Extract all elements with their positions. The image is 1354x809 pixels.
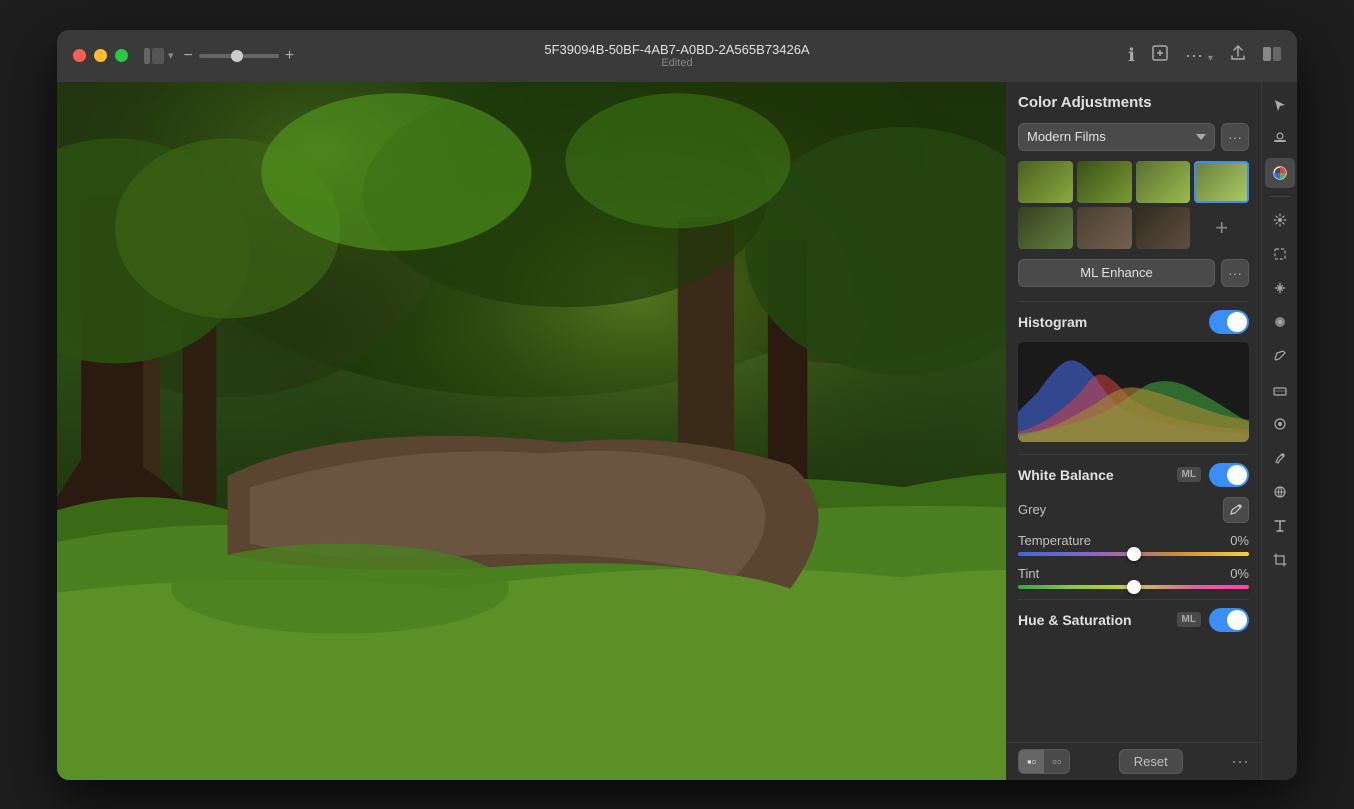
white-balance-label: White Balance [1018, 467, 1114, 483]
magic-wand-tool[interactable] [1265, 205, 1295, 235]
preset-thumb-7[interactable] [1136, 207, 1191, 249]
more-options-button[interactable]: ··· ▾ [1185, 45, 1213, 66]
hs-right: ML [1177, 608, 1249, 632]
split-view-icon[interactable] [1263, 45, 1281, 66]
hs-toggle-knob [1227, 610, 1247, 630]
preset-thumb-3[interactable] [1136, 161, 1191, 203]
photo-canvas [57, 82, 1006, 780]
titlebar: ▾ − + 5F39094B-50BF-4AB7-A0BD-2A565B7342… [57, 30, 1297, 82]
divider-1 [1018, 301, 1249, 302]
hs-ml-badge: ML [1177, 612, 1201, 627]
preset-thumb-6[interactable] [1077, 207, 1132, 249]
text-tool[interactable] [1265, 511, 1295, 541]
tint-value: 0% [1230, 566, 1249, 581]
view-toggle: ▪▫ ▫▫ [1018, 749, 1070, 774]
view-single-button[interactable]: ▪▫ [1019, 750, 1044, 773]
divider-3 [1018, 599, 1249, 600]
markup-tool[interactable] [1265, 124, 1295, 154]
preset-grid: + [1018, 161, 1249, 249]
titlebar-left: ▾ − + [144, 47, 294, 65]
tint-thumb [1127, 580, 1141, 594]
selection-tool[interactable] [1265, 239, 1295, 269]
ml-enhance-more-button[interactable]: ··· [1221, 259, 1249, 287]
histogram-section-row: Histogram [1018, 310, 1249, 334]
cursor-tool[interactable] [1265, 90, 1295, 120]
tint-slider-row: Tint 0% [1018, 566, 1249, 589]
preset-dropdown[interactable]: Modern Films [1018, 123, 1215, 151]
hue-saturation-label: Hue & Saturation [1018, 612, 1132, 628]
preset-thumb-5[interactable] [1018, 207, 1073, 249]
preset-thumb-4[interactable] [1194, 161, 1249, 203]
pencil-tool[interactable] [1265, 341, 1295, 371]
share-icon[interactable] [1229, 44, 1247, 67]
temperature-value: 0% [1230, 533, 1249, 548]
titlebar-right: ℹ ··· ▾ [1128, 44, 1281, 67]
temperature-slider-row: Temperature 0% [1018, 533, 1249, 556]
histogram-toggle[interactable] [1209, 310, 1249, 334]
histogram-label: Histogram [1018, 314, 1087, 330]
bottom-bar: ▪▫ ▫▫ Reset ··· [1006, 742, 1261, 780]
minimize-button[interactable] [94, 49, 107, 62]
preset-dropdown-row: Modern Films ··· [1018, 123, 1249, 151]
main-content: Color Adjustments Modern Films ··· [57, 82, 1297, 780]
preset-more-button[interactable]: ··· [1221, 123, 1249, 151]
color-picker-tool[interactable] [1265, 409, 1295, 439]
white-balance-toggle[interactable] [1209, 463, 1249, 487]
maximize-button[interactable] [115, 49, 128, 62]
color-wheel-tool[interactable] [1265, 158, 1295, 188]
hue-saturation-toggle[interactable] [1209, 608, 1249, 632]
grey-label: Grey [1018, 502, 1046, 517]
zoom-slider[interactable] [199, 54, 279, 58]
grey-row: Grey [1018, 497, 1249, 523]
preset-thumb-2[interactable] [1077, 161, 1132, 203]
temperature-header: Temperature 0% [1018, 533, 1249, 548]
panel-title: Color Adjustments [1018, 94, 1249, 111]
close-button[interactable] [73, 49, 86, 62]
preset-add-button[interactable]: + [1194, 207, 1249, 249]
right-toolbar [1261, 82, 1297, 780]
tint-slider[interactable] [1018, 585, 1249, 589]
white-balance-toggle-knob [1227, 465, 1247, 485]
titlebar-center: 5F39094B-50BF-4AB7-A0BD-2A565B73426A Edi… [544, 42, 809, 69]
histogram-container [1018, 342, 1249, 442]
white-balance-row: White Balance ML [1018, 463, 1249, 487]
globe-tool[interactable] [1265, 477, 1295, 507]
hue-saturation-row: Hue & Saturation ML [1018, 608, 1249, 632]
view-split-button[interactable]: ▫▫ [1044, 750, 1069, 773]
eraser-tool[interactable] [1265, 375, 1295, 405]
right-panel: Color Adjustments Modern Films ··· [1006, 82, 1261, 780]
wb-right: ML [1177, 463, 1249, 487]
window-subtitle: Edited [544, 57, 809, 69]
toolbar-sep-1 [1270, 196, 1290, 197]
zoom-controls: − + [184, 47, 295, 65]
info-icon[interactable]: ℹ [1128, 45, 1135, 66]
ml-enhance-button[interactable]: ML Enhance [1018, 259, 1215, 287]
tint-label: Tint [1018, 566, 1039, 581]
eyedropper-button[interactable] [1223, 497, 1249, 523]
temperature-label: Temperature [1018, 533, 1091, 548]
photo-area [57, 82, 1006, 780]
ml-enhance-row: ML Enhance ··· [1018, 259, 1249, 287]
crop-tool[interactable] [1265, 545, 1295, 575]
fill-tool[interactable] [1265, 307, 1295, 337]
histogram-toggle-knob [1227, 312, 1247, 332]
zoom-plus-button[interactable]: + [285, 47, 294, 65]
window-title: 5F39094B-50BF-4AB7-A0BD-2A565B73426A [544, 42, 809, 57]
wb-ml-badge: ML [1177, 467, 1201, 482]
reset-button[interactable]: Reset [1119, 749, 1183, 774]
dropper-tool[interactable] [1265, 443, 1295, 473]
divider-2 [1018, 454, 1249, 455]
temperature-thumb [1127, 547, 1141, 561]
frame-icon[interactable] [1151, 44, 1169, 67]
bottom-more-button[interactable]: ··· [1231, 751, 1249, 772]
sparkle-tool[interactable] [1265, 273, 1295, 303]
tint-header: Tint 0% [1018, 566, 1249, 581]
sidebar-toggle[interactable]: ▾ [144, 48, 174, 64]
traffic-lights [73, 49, 128, 62]
panel-content: Color Adjustments Modern Films ··· [1006, 82, 1261, 742]
temperature-slider[interactable] [1018, 552, 1249, 556]
zoom-minus-button[interactable]: − [184, 47, 193, 65]
app-window: ▾ − + 5F39094B-50BF-4AB7-A0BD-2A565B7342… [57, 30, 1297, 780]
preset-thumb-1[interactable] [1018, 161, 1073, 203]
